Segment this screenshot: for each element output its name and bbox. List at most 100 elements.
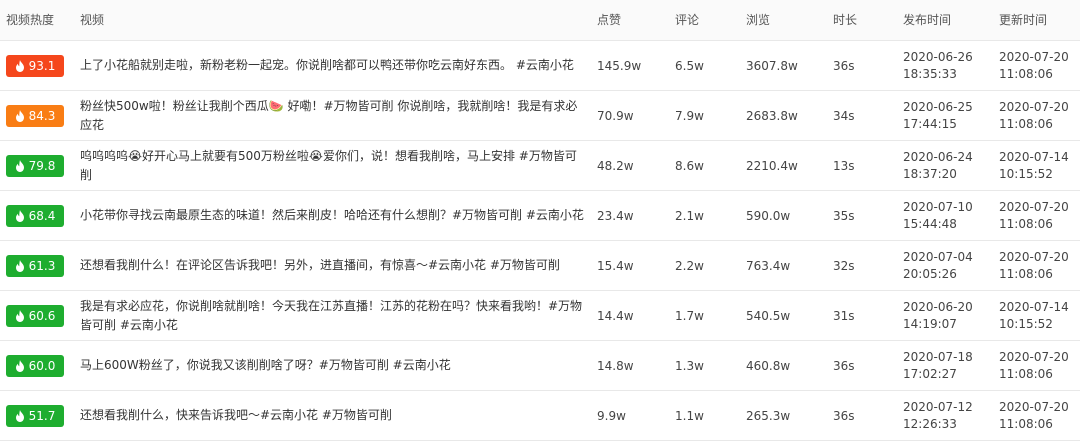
- header-duration[interactable]: 时长: [833, 0, 857, 40]
- duration-value: 36s: [833, 58, 855, 73]
- published-time: 18:35:33: [903, 66, 957, 81]
- likes-value: 9.9w: [597, 408, 626, 423]
- published-datetime: 2020-06-26 18:35:33: [903, 41, 973, 90]
- video-title[interactable]: 还想看我削什么！在评论区告诉我吧！另外，进直播间，有惊喜～#云南小花 #万物皆可…: [80, 256, 585, 275]
- header-published[interactable]: 发布时间: [903, 0, 951, 40]
- published-date: 2020-06-24: [903, 149, 973, 164]
- likes-value: 14.8w: [597, 358, 634, 373]
- comments-value: 1.7w: [675, 308, 704, 323]
- updated-datetime: 2020-07-20 11:08:06: [999, 391, 1069, 440]
- table-row[interactable]: 61.3 还想看我削什么！在评论区告诉我吧！另外，进直播间，有惊喜～#云南小花 …: [0, 241, 1080, 291]
- flame-icon: [15, 309, 24, 322]
- video-title-cell: 呜呜呜呜😭好开心马上就要有500万粉丝啦😭爱你们，说！想看我削啥，马上安排 #万…: [80, 141, 585, 190]
- updated-date: 2020-07-20: [999, 249, 1069, 264]
- heat-badge: 84.3: [6, 104, 64, 127]
- published-date: 2020-07-18: [903, 349, 973, 364]
- comments-value: 1.1w: [675, 408, 704, 423]
- video-title[interactable]: 马上600W粉丝了，你说我又该削削啥了呀？#万物皆可削 #云南小花: [80, 356, 585, 375]
- video-title-cell: 上了小花船就别走啦，新粉老粉一起宠。你说削啥都可以鸭还带你吃云南好东西。 #云南…: [80, 41, 585, 90]
- video-title[interactable]: 还想看我削什么，快来告诉我吧～#云南小花 #万物皆可削: [80, 406, 585, 425]
- likes-value: 145.9w: [597, 58, 642, 73]
- updated-time: 11:08:06: [999, 66, 1053, 81]
- published-time: 17:02:27: [903, 366, 957, 381]
- views-value: 2683.8w: [746, 108, 798, 123]
- video-title[interactable]: 粉丝快500w啦！粉丝让我削个西瓜🍉 好嘞！#万物皆可削 你说削啥，我就削啥！我…: [80, 97, 585, 135]
- heat-cell: 60.0: [6, 341, 64, 390]
- heat-value: 79.8: [28, 158, 56, 173]
- video-title[interactable]: 小花带你寻找云南最原生态的味道！然后来削皮！哈哈还有什么想削？#万物皆可削 #云…: [80, 206, 585, 225]
- comments-value: 2.1w: [675, 208, 704, 223]
- likes-value: 70.9w: [597, 108, 634, 123]
- published-date: 2020-07-04: [903, 249, 973, 264]
- header-likes[interactable]: 点赞: [597, 0, 621, 40]
- updated-datetime: 2020-07-20 11:08:06: [999, 341, 1069, 390]
- published-datetime: 2020-06-25 17:44:15: [903, 91, 973, 140]
- heat-value: 60.6: [28, 308, 56, 323]
- heat-badge: 60.0: [6, 354, 64, 377]
- updated-date: 2020-07-20: [999, 49, 1069, 64]
- comments-value: 6.5w: [675, 58, 704, 73]
- updated-date: 2020-07-20: [999, 349, 1069, 364]
- heat-value: 51.7: [28, 408, 56, 423]
- table-row[interactable]: 60.6 我是有求必应花，你说削啥就削啥！今天我在江苏直播！江苏的花粉在吗？快来…: [0, 291, 1080, 341]
- updated-datetime: 2020-07-20 11:08:06: [999, 91, 1069, 140]
- likes-value: 15.4w: [597, 258, 634, 273]
- published-datetime: 2020-06-24 18:37:20: [903, 141, 973, 190]
- duration-value: 13s: [833, 158, 855, 173]
- table-row[interactable]: 93.1 上了小花船就别走啦，新粉老粉一起宠。你说削啥都可以鸭还带你吃云南好东西…: [0, 41, 1080, 91]
- views-value: 540.5w: [746, 308, 791, 323]
- heat-cell: 84.3: [6, 91, 64, 140]
- header-heat[interactable]: 视频热度: [6, 0, 54, 40]
- header-comments[interactable]: 评论: [675, 0, 699, 40]
- heat-value: 60.0: [28, 358, 56, 373]
- table-row[interactable]: 68.4 小花带你寻找云南最原生态的味道！然后来削皮！哈哈还有什么想削？#万物皆…: [0, 191, 1080, 241]
- published-time: 20:05:26: [903, 266, 957, 281]
- published-time: 12:26:33: [903, 416, 957, 431]
- video-title[interactable]: 上了小花船就别走啦，新粉老粉一起宠。你说削啥都可以鸭还带你吃云南好东西。 #云南…: [80, 56, 585, 75]
- published-date: 2020-06-26: [903, 49, 973, 64]
- views-value: 460.8w: [746, 358, 791, 373]
- published-datetime: 2020-07-18 17:02:27: [903, 341, 973, 390]
- header-title: 视频: [80, 13, 105, 27]
- published-datetime: 2020-07-12 12:26:33: [903, 391, 973, 440]
- updated-time: 10:15:52: [999, 316, 1053, 331]
- updated-date: 2020-07-20: [999, 99, 1069, 114]
- views-value: 3607.8w: [746, 58, 798, 73]
- video-title[interactable]: 我是有求必应花，你说削啥就削啥！今天我在江苏直播！江苏的花粉在吗？快来看我哟！#…: [80, 297, 585, 335]
- comments-value: 2.2w: [675, 258, 704, 273]
- published-time: 15:44:48: [903, 216, 957, 231]
- video-title-cell: 马上600W粉丝了，你说我又该削削啥了呀？#万物皆可削 #云南小花: [80, 341, 585, 390]
- heat-value: 84.3: [28, 108, 56, 123]
- table-row[interactable]: 51.7 还想看我削什么，快来告诉我吧～#云南小花 #万物皆可削 9.9w 1.…: [0, 391, 1080, 441]
- heat-badge: 51.7: [6, 404, 64, 427]
- published-time: 18:37:20: [903, 166, 957, 181]
- heat-cell: 93.1: [6, 41, 64, 90]
- updated-time: 11:08:06: [999, 266, 1053, 281]
- table-row[interactable]: 79.8 呜呜呜呜😭好开心马上就要有500万粉丝啦😭爱你们，说！想看我削啥，马上…: [0, 141, 1080, 191]
- heat-badge: 68.4: [6, 204, 64, 227]
- heat-badge: 79.8: [6, 154, 64, 177]
- video-ranking-table: 视频热度 视频 点赞 评论 浏览 时长 发布时间 更新时间 93.1 上了小花船…: [0, 0, 1080, 441]
- flame-icon: [15, 159, 24, 172]
- updated-time: 10:15:52: [999, 166, 1053, 181]
- table-row[interactable]: 60.0 马上600W粉丝了，你说我又该削削啥了呀？#万物皆可削 #云南小花 1…: [0, 341, 1080, 391]
- updated-datetime: 2020-07-20 11:08:06: [999, 241, 1069, 290]
- views-value: 763.4w: [746, 258, 791, 273]
- flame-icon: [15, 209, 24, 222]
- published-datetime: 2020-06-20 14:19:07: [903, 291, 973, 340]
- video-title-cell: 还想看我削什么！在评论区告诉我吧！另外，进直播间，有惊喜～#云南小花 #万物皆可…: [80, 241, 585, 290]
- video-title[interactable]: 呜呜呜呜😭好开心马上就要有500万粉丝啦😭爱你们，说！想看我削啥，马上安排 #万…: [80, 147, 585, 185]
- header-views[interactable]: 浏览: [746, 0, 770, 40]
- heat-cell: 79.8: [6, 141, 64, 190]
- likes-value: 48.2w: [597, 158, 634, 173]
- flame-icon: [15, 259, 24, 272]
- table-row[interactable]: 84.3 粉丝快500w啦！粉丝让我削个西瓜🍉 好嘞！#万物皆可削 你说削啥，我…: [0, 91, 1080, 141]
- updated-datetime: 2020-07-14 10:15:52: [999, 141, 1069, 190]
- likes-value: 23.4w: [597, 208, 634, 223]
- header-updated[interactable]: 更新时间: [999, 0, 1047, 40]
- comments-value: 1.3w: [675, 358, 704, 373]
- published-date: 2020-06-25: [903, 99, 973, 114]
- duration-value: 36s: [833, 358, 855, 373]
- updated-time: 11:08:06: [999, 366, 1053, 381]
- table-body: 93.1 上了小花船就别走啦，新粉老粉一起宠。你说削啥都可以鸭还带你吃云南好东西…: [0, 41, 1080, 441]
